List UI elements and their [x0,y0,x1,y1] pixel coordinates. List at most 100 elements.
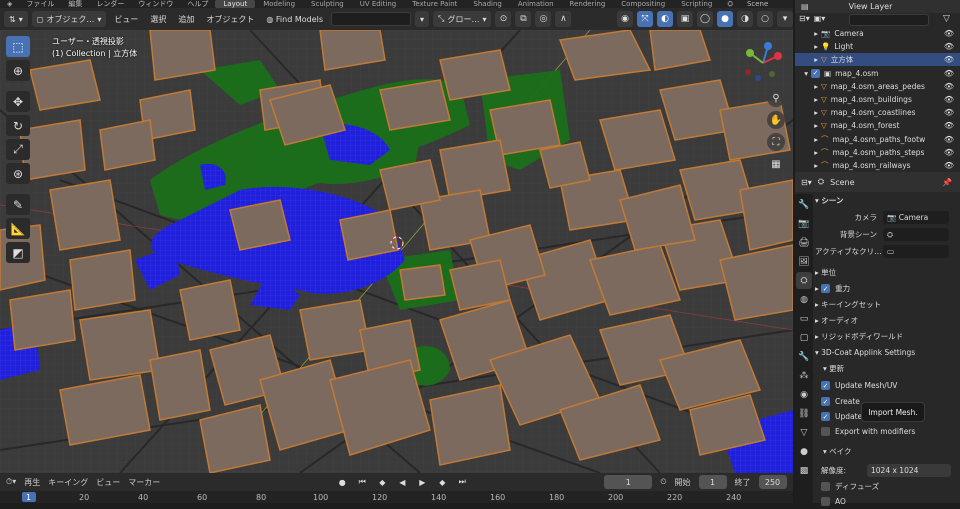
end-frame-field[interactable]: 250 [758,475,787,489]
world-tab-icon[interactable]: ◍ [796,291,812,308]
visibility-eye-icon[interactable]: 👁 [944,148,954,157]
falloff-icon[interactable]: ∧ [555,11,572,27]
ortho-toggle-icon[interactable]: ▦ [767,155,785,173]
annotate-tool-icon[interactable]: ✎ [6,194,30,215]
scene-icon[interactable]: ⛭ [720,0,740,8]
proportional-edit-icon[interactable]: ◎ [535,11,552,27]
select-box-icon[interactable]: ⬚ [6,36,30,57]
expand-arrow-icon[interactable]: ▸ [795,108,821,117]
visibility-eye-icon[interactable]: 👁 [944,135,954,144]
filter-icon[interactable]: ▽ [943,14,950,24]
object-tab-icon[interactable]: ▢ [796,329,812,346]
snap-icon[interactable]: ⧉ [515,11,532,27]
start-frame-field[interactable]: 1 [698,475,727,489]
rigid-body-world-section[interactable]: ▸ リジッドボディワールド [815,329,960,344]
visibility-eye-icon[interactable]: 👁 [944,95,954,104]
timeline-menu-playback[interactable]: 再生 [24,477,40,488]
scale-tool-icon[interactable]: ⤢ [6,139,30,160]
menu-add[interactable]: 追加 [174,11,198,27]
pan-hand-icon[interactable]: ✋ [767,111,785,129]
outliner-item[interactable]: ▸ 💡 Light 👁 [795,40,960,53]
collection-include-checkbox[interactable]: ✓ [811,68,820,78]
transform-orientation-select[interactable]: ⤡ グロー… ▾ [433,11,492,27]
menu-object[interactable]: オブジェクト [202,11,258,27]
next-keyframe-icon[interactable]: ◆ [436,476,448,488]
prev-keyframe-icon[interactable]: ◆ [376,476,388,488]
workspace-tab-animation[interactable]: Animation [510,0,562,8]
background-scene-field[interactable]: ⛭ [883,228,949,241]
search-dropdown-button[interactable]: ▾ [415,11,430,27]
expand-arrow-icon[interactable]: ▸ [795,95,821,104]
outliner-item[interactable]: ▸ ▽ map_4.osm_forest 👁 [795,119,960,132]
current-frame-field[interactable]: 1 [604,475,653,489]
outliner-item[interactable]: ▸ ⌒ map_4.osm_paths_footw 👁 [795,133,960,146]
workspace-tab-shading[interactable]: Shading [465,0,509,8]
properties-editor-icon[interactable]: ⊟▾ [801,178,812,187]
timeline-menu-keying[interactable]: キーイング [48,477,88,488]
export-modifiers-checkbox[interactable] [821,427,830,436]
update-mesh-uv-checkbox[interactable]: ✓ [821,381,830,390]
data-tab-icon[interactable]: ▽ [796,424,812,441]
menu-edit[interactable]: 編集 [61,0,89,8]
particles-tab-icon[interactable]: ⁂ [796,367,812,384]
pivot-point-icon[interactable]: ⊙ [495,11,512,27]
timeline-menu-view[interactable]: ビュー [96,477,120,488]
blender-logo-icon[interactable]: ◈ [0,0,19,8]
rotate-tool-icon[interactable]: ↻ [6,115,30,136]
ao-row[interactable]: AO [815,494,960,509]
jump-end-icon[interactable]: ⏭ [456,476,468,488]
workspace-tab-compositing[interactable]: Compositing [613,0,673,8]
visibility-eye-icon[interactable]: 👁 [944,55,954,64]
shading-rendered-icon[interactable]: ○ [757,11,773,27]
camera-view-icon[interactable]: ⛶ [767,133,785,151]
play-reverse-icon[interactable]: ◀ [396,476,408,488]
expand-arrow-icon[interactable]: ▸ [795,148,821,157]
zoom-icon[interactable]: ⚲ [767,89,785,107]
menu-help[interactable]: ヘルプ [180,0,215,8]
camera-field[interactable]: 📷 Camera [883,211,949,224]
expand-arrow-icon[interactable]: ▸ [795,82,821,91]
visibility-icon[interactable]: ◉ [617,11,633,27]
move-tool-icon[interactable]: ✥ [6,91,30,112]
applink-section[interactable]: ▾ 3D-Coat Applink Settings [815,345,960,360]
active-clip-field[interactable]: ▭ [883,245,949,258]
view-layer-name[interactable]: View Layer [849,2,893,11]
update-mesh-uv-row[interactable]: ✓ Update Mesh/UV [815,378,960,393]
export-modifiers-row[interactable]: Export with modifiers [815,424,960,439]
shading-solid-icon[interactable]: ● [717,11,733,27]
workspace-tab-layout[interactable]: Layout [215,0,256,8]
gizmo-toggle-icon[interactable]: ⤧ [637,11,653,27]
transform-tool-icon[interactable]: ⊛ [6,163,30,184]
frame-ruler[interactable]: 1 20 40 60 80 100 120 140 160 180 200 22… [0,491,793,503]
record-icon[interactable]: ● [336,476,348,488]
3d-viewport[interactable]: ユーザー・透視投影 (1) Collection | 立方体 ⚲ ✋ ⛶ ▦ [0,30,793,473]
expand-arrow-icon[interactable]: ▸ [795,29,821,38]
menu-select[interactable]: 選択 [146,11,170,27]
material-tab-icon[interactable]: ● [796,443,812,460]
output-tab-icon[interactable]: 🖨 [796,234,812,251]
scene-tab-icon[interactable]: ⛭ [796,272,812,289]
visibility-eye-icon[interactable]: 👁 [944,42,954,51]
outliner-editor-icon[interactable]: ⊟▾ [799,14,810,23]
outliner-item[interactable]: ▸ ▽ map_4.osm_buildings 👁 [795,93,960,106]
workspace-tab-texture-paint[interactable]: Texture Paint [404,0,465,8]
visibility-eye-icon[interactable]: 👁 [944,108,954,117]
modifier-tab-icon[interactable]: 🔧 [796,348,812,365]
gravity-section[interactable]: ▸ ✓ 重力 [815,281,960,296]
menu-window[interactable]: ウィンドウ [131,0,180,8]
render-tab-icon[interactable]: 📷 [796,215,812,232]
expand-arrow-icon[interactable]: ▸ [795,55,821,64]
outliner-search-input[interactable] [849,14,929,26]
outliner-item[interactable]: ▸ ⌒ map_4.osm_paths_steps 👁 [795,146,960,159]
update-checkbox[interactable]: ✓ [821,412,830,421]
bake-subsection[interactable]: ▾ ベイク [815,444,960,459]
menu-file[interactable]: ファイル [19,0,61,8]
visibility-eye-icon[interactable]: 👁 [944,69,954,78]
diffuse-checkbox[interactable] [821,482,830,491]
keying-sets-section[interactable]: ▸ キーイングセット [815,297,960,312]
expand-arrow-icon[interactable]: ▸ [795,42,821,51]
timeline-editor-type-icon[interactable]: ⏱▾ [6,477,16,487]
expand-arrow-icon[interactable]: ▸ [795,121,821,130]
workspace-tab-modeling[interactable]: Modeling [255,0,303,8]
units-section[interactable]: ▸ 単位 [815,265,960,280]
